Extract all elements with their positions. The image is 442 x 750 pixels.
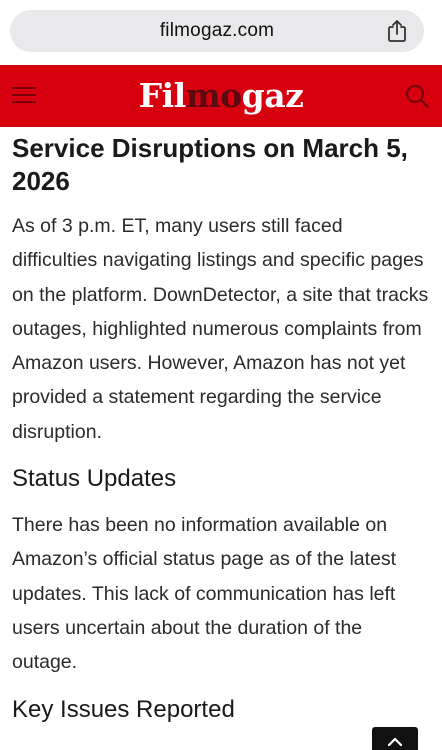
site-header: Filmogaz (0, 65, 442, 127)
address-bar[interactable]: filmogaz.com (10, 10, 424, 52)
page: filmogaz.com Filmogaz Service Disruption… (0, 0, 442, 750)
article-title: Service Disruptions on March 5, 2026 (12, 133, 408, 196)
logo-part-1: Fil (138, 76, 187, 115)
section-heading-key-issues: Key Issues Reported (12, 695, 235, 723)
back-to-top-button[interactable] (372, 727, 418, 750)
logo-part-3: gaz (241, 76, 304, 115)
chevron-up-icon (387, 737, 403, 747)
article-paragraph: As of 3 p.m. ET, many users still faced … (12, 215, 429, 443)
site-logo[interactable]: Filmogaz (0, 74, 442, 118)
browser-bar: filmogaz.com (0, 0, 442, 62)
search-icon[interactable] (404, 83, 430, 109)
url-text[interactable]: filmogaz.com (10, 10, 424, 52)
section-heading-status-updates: Status Updates (12, 465, 177, 493)
article-paragraph: There has been no information available … (12, 514, 397, 674)
article-body: Service Disruptions on March 5, 2026 As … (12, 130, 432, 726)
share-icon[interactable] (386, 19, 408, 43)
logo-part-2: mo (185, 76, 242, 115)
